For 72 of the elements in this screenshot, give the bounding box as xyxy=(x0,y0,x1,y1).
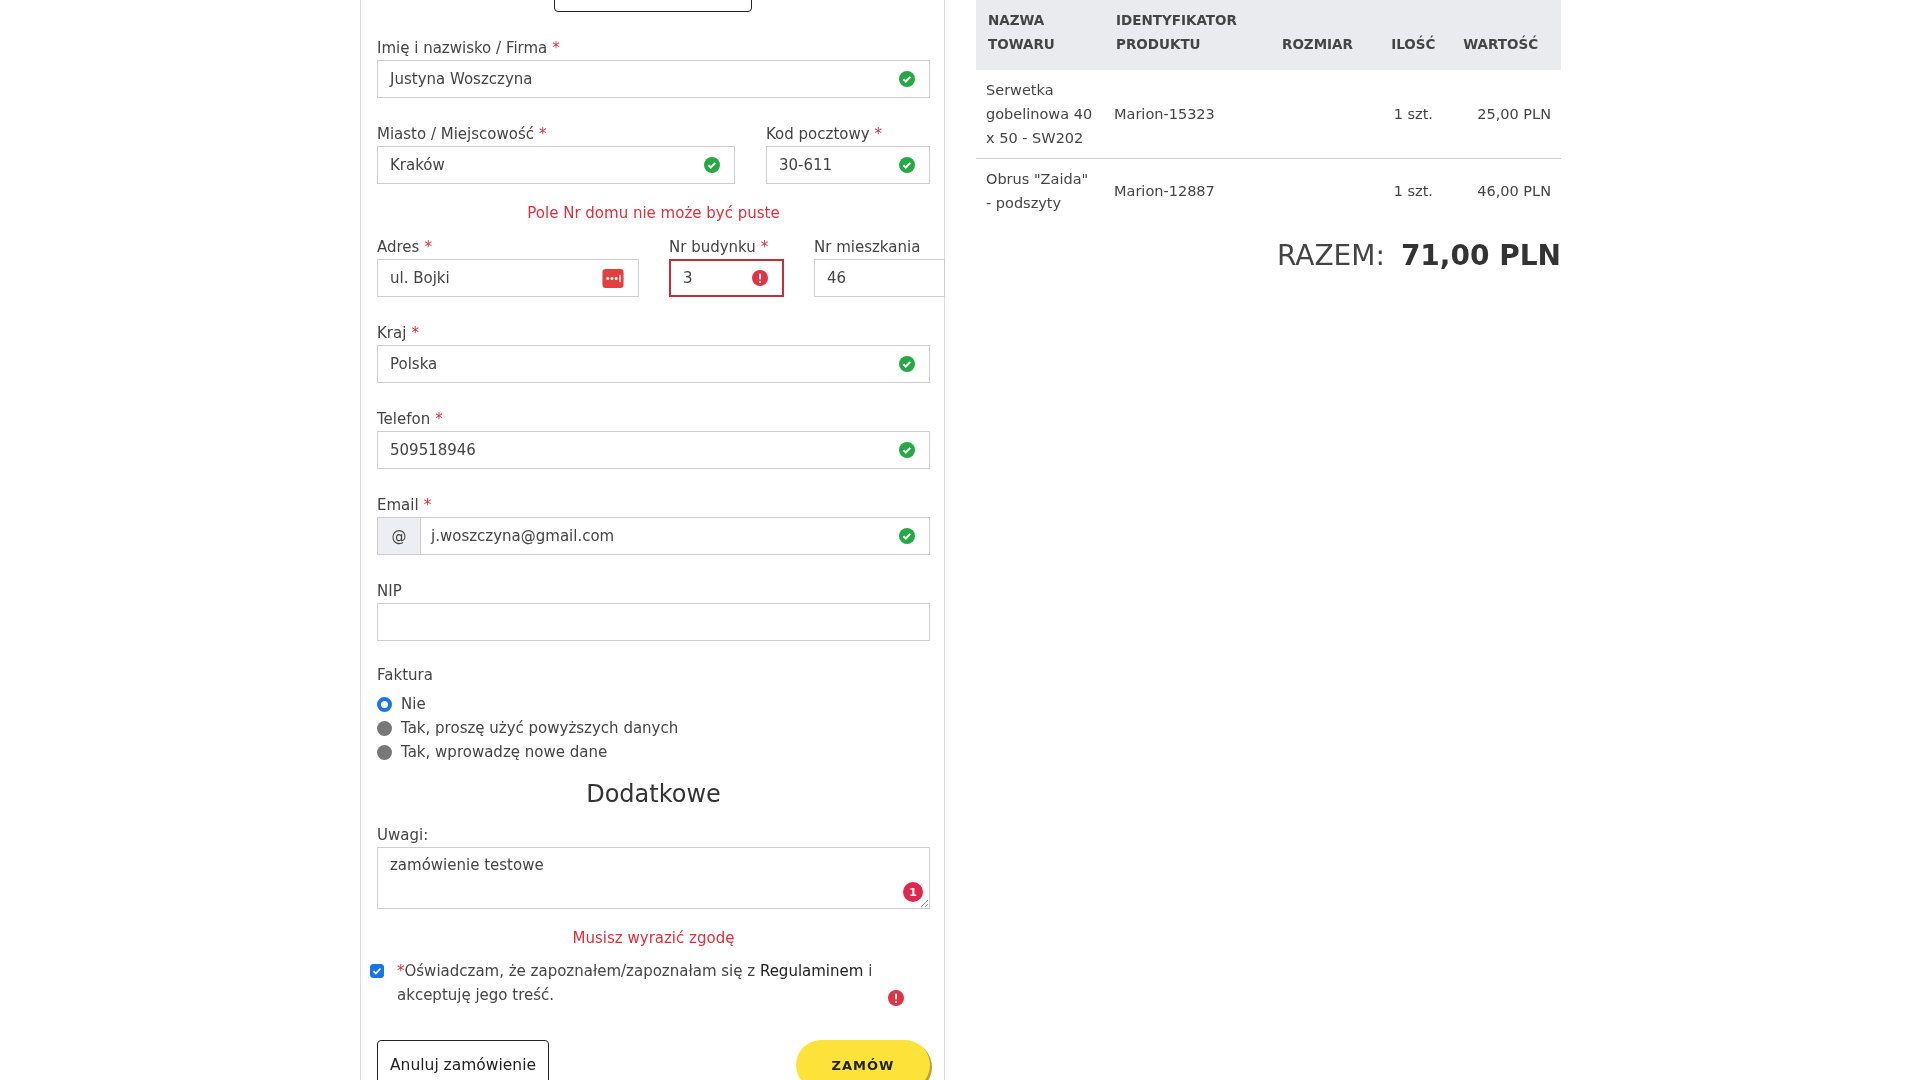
cancel-button[interactable]: Anuluj zamówienie xyxy=(377,1040,550,1080)
field-label: Kraj xyxy=(377,324,407,342)
column-header: IDENTYFIKATOR PRODUKTU xyxy=(1104,0,1270,70)
checkbox[interactable] xyxy=(370,964,384,978)
input-field[interactable]: Justyna Woszczyna xyxy=(377,60,930,98)
notes-field[interactable]: zamówienie testowe 1 xyxy=(377,847,930,909)
table-cell: 46,00 PLN xyxy=(1451,158,1561,223)
at-prefix: @ xyxy=(378,518,421,554)
check-circle-icon xyxy=(899,356,915,372)
column-header: ROZMIAR xyxy=(1270,0,1376,70)
input-field[interactable]: Polska xyxy=(377,345,930,383)
required-mark: * xyxy=(760,238,769,256)
field-label: Kod pocztowy xyxy=(766,125,870,143)
table-cell: Marion-12887 xyxy=(1104,158,1270,223)
field-label: Nr budynku xyxy=(669,238,756,256)
field-label: Adres xyxy=(377,238,420,256)
required-mark: * xyxy=(424,238,432,256)
table-cell: Serwetka gobelinowa 40 x 50 - SW202 xyxy=(976,70,1104,159)
field-label: Uwagi: xyxy=(377,826,430,846)
exclamation-circle-icon xyxy=(752,270,768,286)
input-field[interactable]: @ j.woszczyna@gmail.com xyxy=(377,517,930,555)
consent-text: *Oświadczam, że zapoznałem/zapoznałam się z Regulaminem i akceptuję jego treść. xyxy=(397,961,874,1006)
field-label: Imię i nazwisko / Firma xyxy=(377,39,548,57)
section-heading: Dodatkowe xyxy=(585,780,722,810)
check-circle-icon xyxy=(899,71,915,87)
input-field[interactable]: 509518946 xyxy=(377,431,930,469)
table-cell: Marion-15323 xyxy=(1104,70,1270,159)
required-mark: * xyxy=(435,410,443,428)
radio-button[interactable] xyxy=(377,720,392,736)
radio-button[interactable] xyxy=(377,696,392,712)
password-dots-icon xyxy=(602,268,624,288)
check-circle-icon xyxy=(899,528,915,544)
radio-button[interactable] xyxy=(377,744,392,760)
order-button[interactable]: ZAMÓW xyxy=(796,1040,930,1080)
required-mark: * xyxy=(539,125,547,143)
check-circle-icon xyxy=(899,157,915,173)
total-value: 71,00 PLN xyxy=(1400,239,1561,272)
required-mark: * xyxy=(411,324,419,342)
total-label: RAZEM: xyxy=(1276,239,1385,272)
field-label: Faktura xyxy=(377,666,434,686)
checkmark-icon xyxy=(372,966,382,976)
radio-label: Tak, proszę użyć powyższych danych xyxy=(401,719,679,737)
column-header: NAZWA TOWARU xyxy=(976,0,1104,70)
terms-link[interactable]: Regulaminem xyxy=(759,962,864,980)
error-message: Pole Nr domu nie może być puste xyxy=(526,204,781,224)
input-field[interactable] xyxy=(377,603,930,641)
table-cell: 25,00 PLN xyxy=(1451,70,1561,159)
input-field[interactable]: 30-611 xyxy=(766,146,930,184)
column-header: ILOŚĆ xyxy=(1375,0,1452,70)
resize-handle-icon xyxy=(920,899,928,907)
check-circle-icon xyxy=(899,442,915,458)
radio-label: Tak, wprowadzę nowe dane xyxy=(401,743,608,761)
input-field[interactable]: 46 xyxy=(814,259,945,297)
table-cell: 1 szt. xyxy=(1375,158,1452,223)
field-label: NIP xyxy=(377,582,402,600)
field-label: Email xyxy=(377,496,419,514)
table-cell: 1 szt. xyxy=(1375,70,1452,159)
column-header: WARTOŚĆ xyxy=(1451,0,1561,70)
field-label: Telefon xyxy=(377,410,431,428)
table-cell: Obrus "Zaida" - podszyty xyxy=(976,158,1104,223)
error-message: Musisz wyrazić zgodę xyxy=(571,929,736,949)
input-field[interactable]: Kraków xyxy=(377,146,735,184)
required-mark: * xyxy=(874,125,883,143)
check-circle-icon xyxy=(704,157,720,173)
radio-label: Nie xyxy=(401,695,426,713)
required-mark: * xyxy=(552,39,560,57)
count-badge: 1 xyxy=(903,882,923,902)
input-field[interactable]: 3 xyxy=(669,259,784,297)
field-label: Miasto / Miejscowość xyxy=(377,125,535,143)
field-label: Nr mieszkania xyxy=(814,238,921,256)
input-field[interactable]: ul. Bojki xyxy=(377,259,639,297)
required-mark: * xyxy=(423,496,432,514)
